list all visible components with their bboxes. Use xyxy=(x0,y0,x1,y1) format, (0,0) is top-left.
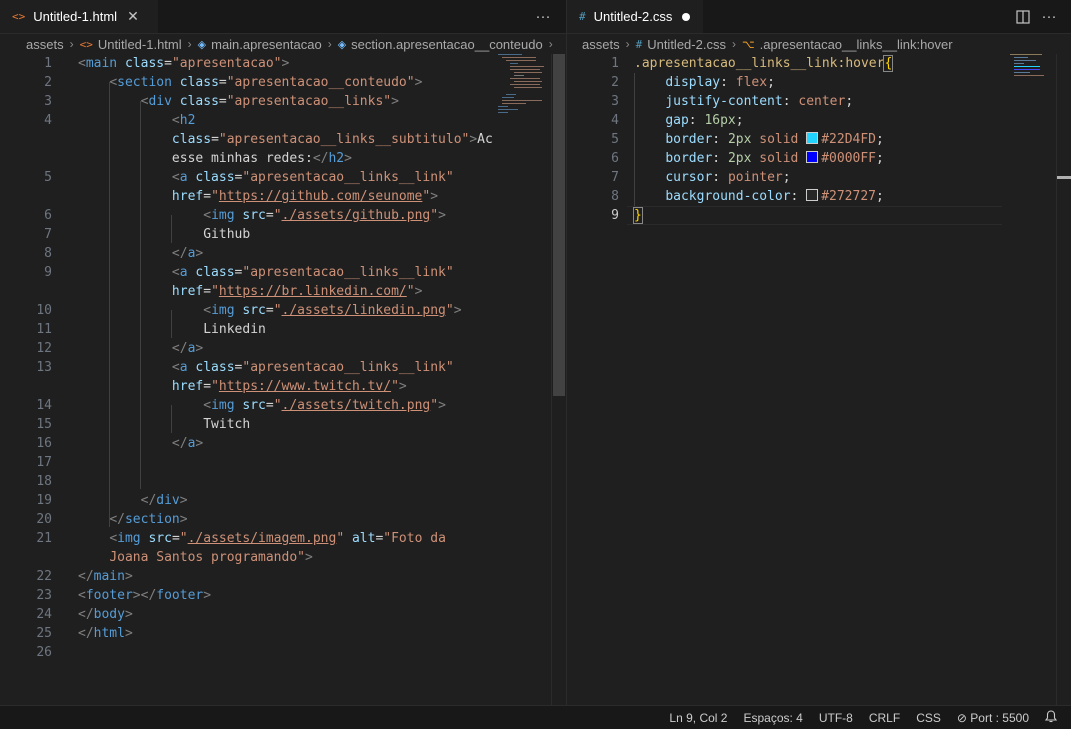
minimap[interactable] xyxy=(498,54,548,124)
code-line: 9 <a class="apresentacao__links__link" xyxy=(44,265,454,280)
code-line: esse minhas redes:</h2> xyxy=(171,151,352,166)
language-mode[interactable]: CSS xyxy=(916,711,941,725)
eol-setting[interactable]: CRLF xyxy=(869,711,900,725)
status-bar: Ln 9, Col 2 Espaços: 4 UTF-8 CRLF CSS ⊘ … xyxy=(0,705,1071,729)
breadcrumb-item[interactable]: Untitled-2.css xyxy=(647,37,726,52)
html-file-icon: <> xyxy=(79,37,93,51)
breadcrumb-item[interactable]: assets xyxy=(26,37,64,52)
code-line: class="apresentacao__links__subtitulo">A… xyxy=(171,132,493,147)
code-line: 4 <h2 xyxy=(44,113,196,128)
code-line: 18 xyxy=(36,474,52,489)
chevron-right-icon: › xyxy=(327,37,332,51)
chevron-right-icon: › xyxy=(548,37,553,51)
breadcrumb-item[interactable]: section.apresentacao__conteudo xyxy=(351,37,543,52)
breadcrumb-item[interactable]: main.apresentacao xyxy=(211,37,322,52)
code-line: Joana Santos programando"> xyxy=(109,550,313,565)
code-line: 5 <a class="apresentacao__links__link" xyxy=(44,170,454,185)
css-file-icon: # xyxy=(579,10,586,23)
code-line: 3 justify-content: center; xyxy=(611,94,854,109)
bell-icon[interactable] xyxy=(1044,709,1058,726)
code-editor[interactable]: 1 <main class="apresentacao"> 2 <section … xyxy=(0,54,566,706)
tab-title: Untitled-2.css xyxy=(593,9,673,24)
code-line: 24 </body> xyxy=(36,607,133,622)
code-line: 9} xyxy=(611,207,643,224)
breadcrumb-item[interactable]: .apresentacao__links__link:hover xyxy=(760,37,953,52)
code-line: 14 <img src="./assets/twitch.png"> xyxy=(36,398,446,413)
more-actions-icon[interactable]: ··· xyxy=(530,4,556,30)
html-editor-pane[interactable]: <> Untitled-1.html ✕ ··· assets › <> Unt… xyxy=(0,0,566,706)
vertical-scrollbar[interactable] xyxy=(551,54,566,706)
code-line: 23 <footer></footer> xyxy=(36,588,212,603)
code-line: 11 Linkedin xyxy=(36,322,266,337)
more-actions-icon[interactable]: ··· xyxy=(1036,4,1062,30)
css-editor-pane[interactable]: # Untitled-2.css ··· assets › # Untitled… xyxy=(567,0,1071,706)
code-line: 7 cursor: pointer; xyxy=(611,170,791,185)
breadcrumb-item[interactable]: Untitled-1.html xyxy=(98,37,182,52)
encoding-setting[interactable]: UTF-8 xyxy=(819,711,853,725)
code-line: 2 display: flex; xyxy=(611,75,775,90)
code-line: 12 </a> xyxy=(36,341,204,356)
code-line: 15 Twitch xyxy=(36,417,251,432)
color-swatch[interactable] xyxy=(806,132,819,144)
scrollbar-thumb[interactable] xyxy=(553,54,565,396)
scrollbar-cursor-marker xyxy=(1057,176,1071,179)
code-line: 17 xyxy=(36,455,52,470)
code-line: 1 .apresentacao__links__link:hover{ xyxy=(611,55,894,72)
code-editor[interactable]: 1 .apresentacao__links__link:hover{ 2 dis… xyxy=(567,54,1071,706)
code-line: href="https://www.twitch.tv/"> xyxy=(171,379,407,394)
code-line: href="https://github.com/seunome"> xyxy=(171,189,439,204)
color-swatch[interactable] xyxy=(806,189,819,201)
tab-title: Untitled-1.html xyxy=(33,9,118,24)
code-line: 7 Github xyxy=(44,227,251,242)
tab-untitled-2-css[interactable]: # Untitled-2.css xyxy=(567,0,703,33)
code-line: 4 gap: 16px; xyxy=(611,113,744,128)
html-file-icon: <> xyxy=(12,10,26,23)
right-tab-bar: # Untitled-2.css ··· xyxy=(567,0,1071,34)
unsaved-dot-icon[interactable] xyxy=(682,12,691,21)
minimap[interactable] xyxy=(1010,54,1060,124)
code-line: 3 <div class="apresentacao__links"> xyxy=(44,94,399,109)
cube-icon: ◈ xyxy=(197,38,207,51)
code-line: 26 xyxy=(36,645,52,660)
cursor-position[interactable]: Ln 9, Col 2 xyxy=(669,711,727,725)
close-tab-icon[interactable]: ✕ xyxy=(127,8,139,25)
code-line: 2 <section class="apresentacao__conteudo… xyxy=(44,75,423,90)
tab-untitled-1-html[interactable]: <> Untitled-1.html ✕ xyxy=(0,0,158,33)
code-line: 20 </section> xyxy=(36,512,188,527)
chevron-right-icon: › xyxy=(187,37,192,51)
code-line: 13 <a class="apresentacao__links__link" xyxy=(36,360,454,375)
live-server-port[interactable]: ⊘ Port : 5500 xyxy=(957,711,1029,725)
code-line: 6 <img src="./assets/github.png"> xyxy=(44,208,446,223)
code-line: 10 <img src="./assets/linkedin.png"> xyxy=(36,303,462,318)
color-swatch[interactable] xyxy=(806,151,819,163)
code-line: 25 </html> xyxy=(36,626,133,641)
code-line: 8 background-color: #272727; xyxy=(611,189,884,204)
code-line: 1 <main class="apresentacao"> xyxy=(44,56,290,71)
chevron-right-icon: › xyxy=(731,37,736,51)
selector-symbol-icon: ⌥ xyxy=(741,38,755,51)
cube-icon: ◈ xyxy=(337,38,347,51)
css-file-icon: # xyxy=(635,37,643,51)
code-line: 5 border: 2px solid #22D4FD; xyxy=(611,132,884,147)
code-line: 8 </a> xyxy=(44,246,204,261)
code-line: 22 </main> xyxy=(36,569,133,584)
code-line: 19 </div> xyxy=(36,493,188,508)
code-line: 21 <img src="./assets/imagem.png" alt="F… xyxy=(36,531,446,546)
split-editor-icon[interactable] xyxy=(1010,4,1036,30)
code-line: 6 border: 2px solid #0000FF; xyxy=(611,151,884,166)
code-line: 16 </a> xyxy=(36,436,204,451)
breadcrumb-item[interactable]: assets xyxy=(582,37,620,52)
code-line: href="https://br.linkedin.com/"> xyxy=(171,284,423,299)
chevron-right-icon: › xyxy=(69,37,74,51)
breadcrumb: assets › # Untitled-2.css › ⌥ .apresenta… xyxy=(567,34,1071,54)
chevron-right-icon: › xyxy=(625,37,630,51)
left-tab-bar: <> Untitled-1.html ✕ ··· xyxy=(0,0,566,34)
vertical-scrollbar[interactable] xyxy=(1056,54,1071,706)
no-entry-icon: ⊘ xyxy=(956,710,967,725)
indentation-setting[interactable]: Espaços: 4 xyxy=(743,711,802,725)
breadcrumb: assets › <> Untitled-1.html › ◈ main.apr… xyxy=(0,34,566,54)
